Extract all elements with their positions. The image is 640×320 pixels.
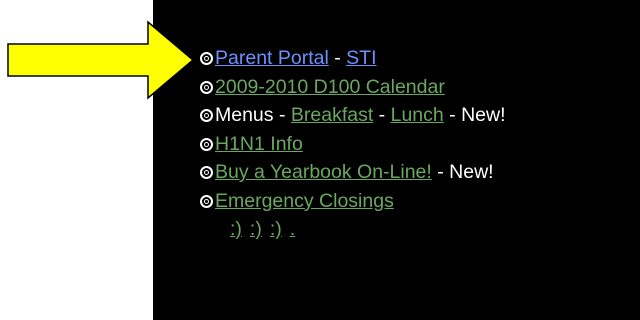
- sti-link[interactable]: STI: [346, 47, 376, 69]
- target-circle-icon: [200, 52, 213, 65]
- lunch-link[interactable]: Lunch: [391, 104, 444, 126]
- smiley-links-row: :):):).: [200, 215, 640, 244]
- smiley-link-2[interactable]: :): [250, 218, 262, 240]
- menus-label: Menus: [215, 104, 274, 126]
- parent-portal-link[interactable]: Parent Portal: [215, 47, 329, 69]
- yearbook-link[interactable]: Buy a Yearbook On-Line!: [215, 161, 432, 183]
- h1n1-info-link[interactable]: H1N1 Info: [215, 133, 303, 155]
- arrow-right-icon: [7, 20, 195, 100]
- target-circle-icon: [200, 80, 213, 94]
- new-badge: - New!: [431, 161, 494, 183]
- new-badge: - New!: [443, 104, 506, 126]
- target-circle-icon: [200, 194, 213, 208]
- breakfast-link[interactable]: Breakfast: [291, 104, 373, 126]
- list-item: H1N1 Info: [200, 130, 640, 159]
- target-circle-icon: [200, 137, 213, 151]
- smiley-link-1[interactable]: :): [230, 218, 242, 240]
- list-item: Emergency Closings: [200, 187, 640, 216]
- dot-link[interactable]: .: [290, 218, 295, 240]
- quick-links-list: Parent Portal - STI 2009-2010 D100 Calen…: [200, 44, 640, 244]
- list-item: Buy a Yearbook On-Line! - New!: [200, 158, 640, 187]
- list-item: Parent Portal - STI: [200, 44, 640, 73]
- separator: -: [328, 47, 347, 69]
- separator: -: [273, 104, 291, 126]
- list-item: 2009-2010 D100 Calendar: [200, 73, 640, 102]
- page: Parent Portal - STI 2009-2010 D100 Calen…: [0, 0, 640, 320]
- target-circle-icon: [200, 166, 213, 179]
- separator: -: [373, 104, 391, 126]
- smiley-link-3[interactable]: :): [270, 218, 282, 240]
- calendar-link[interactable]: 2009-2010 D100 Calendar: [215, 76, 445, 98]
- target-circle-icon: [200, 109, 213, 122]
- emergency-closings-link[interactable]: Emergency Closings: [215, 190, 394, 212]
- list-item: Menus - Breakfast - Lunch - New!: [200, 101, 640, 130]
